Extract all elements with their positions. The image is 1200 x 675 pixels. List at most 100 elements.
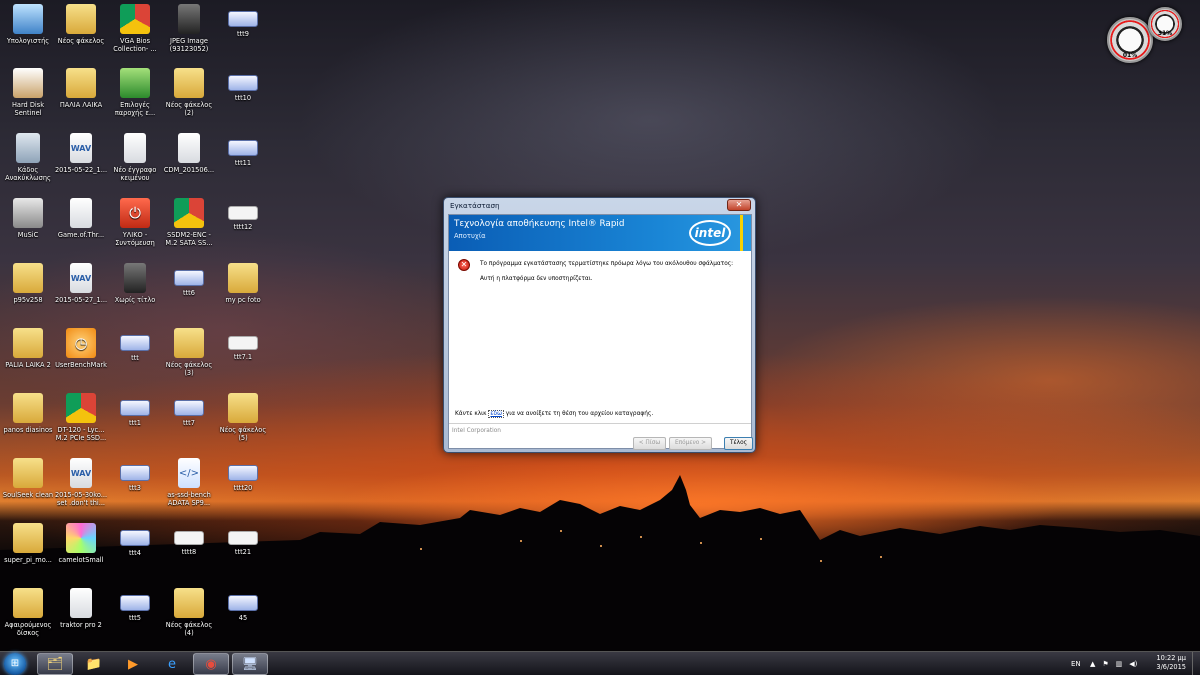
desktop-icon-label: Κάδος Ανακύκλωσης [5, 166, 51, 182]
show-hidden-icons-icon[interactable]: ▲ [1090, 660, 1095, 668]
desktop-icon[interactable]: ttt5 [107, 588, 163, 622]
desktop-icon[interactable]: ttt6 [161, 263, 217, 297]
desktop-icon[interactable]: </> as-ssd-bench ADATA SP9... [161, 458, 217, 507]
desktop-icon[interactable]: tttt12 [215, 198, 271, 231]
desktop-icon-label: Νέος φάκελος (5) [219, 426, 267, 442]
taskbar: ⊞ 🗂 📁 ▶ e ◉ 🖥 EN ▲ ⚑ ▥ ◀) 10:22 μμ 3/6/2015 [0, 651, 1200, 675]
screenshot-icon [228, 140, 258, 156]
desktop-icon[interactable]: ◷ UserBenchMark [53, 328, 109, 369]
desktop-icon[interactable]: JPEG Image (93123052) [161, 4, 217, 53]
desktop-icon-label: ttt3 [129, 484, 141, 492]
taskbar-item-chrome[interactable]: ◉ [193, 653, 229, 675]
desktop-icon-label: ttt10 [234, 94, 252, 102]
wav-icon: WAV [70, 458, 92, 488]
desktop-icon[interactable]: WAV 2015-05-30ko... set .don't thi... [53, 458, 109, 507]
network-icon[interactable]: ▥ [1116, 660, 1123, 668]
desktop-icon[interactable]: my pc foto [215, 263, 271, 304]
desktop-icon[interactable]: Νέος φάκελος (3) [161, 328, 217, 377]
explorer-icon: 🗂 [46, 656, 64, 672]
clock[interactable]: 10:22 μμ 3/6/2015 [1156, 654, 1186, 672]
desktop-icon[interactable]: ttt [107, 328, 163, 362]
desktop-icon-label: tttt12 [233, 223, 253, 231]
action-center-icon[interactable]: ⚑ [1102, 660, 1108, 668]
back-button[interactable]: < Πίσω [633, 437, 666, 450]
taskbar-item-media-player[interactable]: ▶ [115, 653, 151, 675]
folder-icon [66, 4, 96, 34]
desktop-icon-label: panos diasinos [3, 426, 53, 434]
dialog-client-area: Τεχνολογία αποθήκευσης Intel® Rapid Αποτ… [448, 214, 753, 450]
memory-meter-gadget[interactable]: 31% [1148, 7, 1182, 41]
desktop-icon-label: ΥΛΙΚΟ - Συντόμευση [115, 231, 155, 247]
desktop-icon[interactable]: ΠΑΛΙΑ ΛΑΙΚΑ [53, 68, 109, 109]
document-icon [70, 198, 92, 228]
desktop-icon[interactable]: tttt20 [215, 458, 271, 492]
log-file-link[interactable]: εδώ [488, 410, 504, 418]
desktop-icon[interactable]: ttt10 [215, 68, 271, 102]
desktop-icon[interactable]: ttt9 [215, 4, 271, 38]
desktop-icon[interactable]: tttt8 [161, 523, 217, 556]
chrome-icon [120, 4, 150, 34]
folder-icon [66, 68, 96, 98]
desktop-icon[interactable]: CDM_201506... [161, 133, 217, 174]
desktop-icon[interactable]: traktor pro 2 [53, 588, 109, 629]
screenshot-icon [120, 530, 150, 546]
volume-icon[interactable]: ◀) [1129, 660, 1137, 668]
desktop-icon[interactable]: Χωρίς τίτλο [107, 263, 163, 304]
taskbar-item-libraries[interactable]: 📁 [76, 653, 112, 675]
desktop-icon[interactable]: ttt7.1 [215, 328, 271, 361]
desktop-icon[interactable]: Νέος φάκελος (4) [161, 588, 217, 637]
language-indicator[interactable]: EN [1071, 652, 1081, 675]
desktop-icon[interactable]: ttt1 [107, 393, 163, 427]
show-desktop-button[interactable] [1192, 652, 1200, 675]
recycle-bin-icon [16, 133, 40, 163]
taskbar-item-explorer[interactable]: 🗂 [37, 653, 73, 675]
intel-logo-icon: intel [689, 220, 731, 246]
desktop-icon[interactable]: ⏻ ΥΛΙΚΟ - Συντόμευση [107, 198, 163, 247]
media-player-icon: ▶ [128, 656, 138, 672]
desktop-icon[interactable]: VGA Bios Collection- ... [107, 4, 163, 53]
folder-icon [174, 588, 204, 618]
desktop-icon[interactable]: PALIA LAIKA 2 [0, 328, 56, 369]
desktop-icon[interactable]: ttt21 [215, 523, 271, 556]
document-icon [70, 588, 92, 618]
next-button[interactable]: Επόμενο > [669, 437, 712, 450]
taskbar-item-installer[interactable]: 🖥 [232, 653, 268, 675]
desktop-icon[interactable]: Hard Disk Sentinel [0, 68, 56, 117]
desktop-icon[interactable]: ttt4 [107, 523, 163, 557]
desktop-icon[interactable]: super_pi_mo... [0, 523, 56, 564]
html-icon: </> [178, 458, 200, 488]
desktop-icon[interactable]: Νέος φάκελος (2) [161, 68, 217, 117]
desktop-icon[interactable]: p95v258 [0, 263, 56, 304]
log-prefix: Κάντε κλικ [455, 411, 487, 417]
close-button[interactable]: ✕ [727, 199, 751, 211]
desktop-icon[interactable]: DT-120 - Lyc... M.2 PCIe SSD... [53, 393, 109, 442]
desktop-icon[interactable]: camelotSmall [53, 523, 109, 564]
desktop-icon-label: JPEG Image (93123052) [169, 37, 209, 53]
desktop-icon[interactable]: Νέος φάκελος (5) [215, 393, 271, 442]
desktop-icon[interactable]: 45 [215, 588, 271, 622]
desktop-icon[interactable]: Νέος φάκελος [53, 4, 109, 45]
desktop-icon[interactable]: Game.of.Thr... [53, 198, 109, 239]
desktop-icon[interactable]: WAV 2015-05-22_1... [53, 133, 109, 174]
taskbar-item-internet-explorer[interactable]: e [154, 653, 190, 675]
desktop-icon[interactable]: Επιλογές παροχής ε... [107, 68, 163, 117]
finish-button[interactable]: Τέλος [724, 437, 753, 450]
computer-icon [13, 4, 43, 34]
start-button[interactable]: ⊞ [4, 653, 26, 675]
desktop-icon[interactable]: Νέο έγγραφο κειμένου [107, 133, 163, 182]
cpu-meter-gadget[interactable]: 01% [1107, 17, 1153, 63]
desktop-icon-label: ttt7 [183, 419, 195, 427]
desktop-icon[interactable]: Κάδος Ανακύκλωσης [0, 133, 56, 182]
desktop-icon[interactable]: SSDM2-ENC - M.2 SATA SS... [161, 198, 217, 247]
desktop-icon[interactable]: Αφαιρούμενος δίσκος [0, 588, 56, 637]
desktop-icon[interactable]: panos diasinos [0, 393, 56, 434]
desktop-icon[interactable]: ttt7 [161, 393, 217, 427]
desktop-icon-label: ttt6 [183, 289, 195, 297]
desktop-icon[interactable]: SoulSeek clean [0, 458, 56, 499]
desktop-icon[interactable]: ttt11 [215, 133, 271, 167]
desktop-icon-label: Αφαιρούμενος δίσκος [4, 621, 52, 637]
desktop-icon[interactable]: Υπολογιστής [0, 4, 56, 45]
desktop-icon[interactable]: WAV 2015-05-27_1... [53, 263, 109, 304]
desktop-icon[interactable]: MuSiC [0, 198, 56, 239]
desktop-icon[interactable]: ttt3 [107, 458, 163, 492]
